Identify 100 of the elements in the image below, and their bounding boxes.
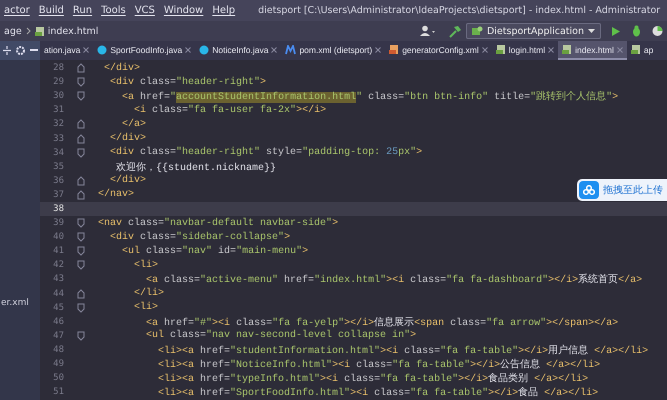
close-icon[interactable] [616, 46, 623, 52]
line-number: 33 [52, 134, 64, 144]
line-number: 32 [52, 119, 64, 130]
code-line: <a href="accountStudentInformation.html" class="btn btn-info" title="跳转到个人信息"> [121, 90, 618, 104]
fold-end-marker-icon[interactable] [77, 176, 85, 186]
fold-marker-icon[interactable] [77, 77, 85, 88]
code-line: 欢迎你，{{student.nickname}} [115, 160, 276, 174]
line-number: 45 [52, 302, 64, 313]
fold-marker-icon[interactable] [77, 232, 85, 242]
close-icon[interactable] [375, 46, 382, 52]
run-icon[interactable] [611, 26, 621, 36]
circle-file-icon [199, 44, 210, 54]
fold-marker-icon[interactable] [77, 148, 85, 158]
coverage-icon[interactable] [652, 25, 663, 37]
close-icon[interactable] [83, 46, 90, 52]
close-icon[interactable] [548, 46, 554, 52]
code-line: <li> [133, 302, 158, 314]
fold-marker-icon[interactable] [77, 91, 85, 102]
editor-tab[interactable]: login.html [492, 41, 558, 60]
line-number: 38 [52, 204, 64, 214]
line-number: 39 [52, 218, 64, 228]
code-line: <ul class="nav nav-second-level collapse in"> [145, 330, 416, 342]
run-configuration-dropdown[interactable]: DietsportApplication [466, 23, 601, 39]
code-line: <a class="active-menu" href="index.html"><i class="fa fa-dashboard"></i>系统首页</a> [145, 272, 642, 286]
menu-item[interactable]: VCS [134, 5, 155, 16]
line-number: 49 [52, 359, 64, 370]
line-number: 51 [52, 387, 64, 398]
breadcrumb-item[interactable]: age [4, 26, 22, 36]
code-line: </nav> [98, 189, 134, 200]
code-line: <ul class="nav" id="main-menu"> [121, 246, 308, 257]
menu-item[interactable]: Run [72, 5, 92, 16]
line-number: 50 [52, 373, 64, 384]
editor-tab[interactable]: pom.xml (dietsport) [281, 41, 386, 60]
tree-item[interactable]: er.xml [0, 298, 40, 308]
close-icon[interactable] [185, 46, 192, 52]
fold-end-marker-icon[interactable] [77, 63, 85, 74]
fold-marker-icon[interactable] [77, 302, 85, 313]
menu-item[interactable]: Tools [101, 5, 126, 16]
minimize-icon[interactable] [30, 49, 38, 52]
line-number: 42 [52, 260, 64, 270]
line-number: 41 [52, 246, 64, 256]
editor-tab[interactable]: ap [626, 41, 658, 60]
code-line: <div class="header-right"> [109, 76, 266, 88]
close-icon[interactable] [482, 46, 488, 52]
collapse-icon[interactable] [2, 46, 10, 55]
xml-file-icon [389, 44, 400, 55]
close-icon[interactable] [271, 46, 278, 52]
m-file-icon [285, 44, 296, 54]
line-number: 43 [52, 274, 64, 284]
menu-item[interactable]: Help [212, 5, 236, 16]
code-line: </a> [121, 118, 146, 130]
upload-popup[interactable]: 拖拽至此上传 [577, 179, 667, 201]
menu-item[interactable]: Window [164, 5, 204, 16]
circle-file-icon [97, 44, 108, 54]
fold-marker-icon[interactable] [77, 260, 85, 270]
hammer-icon[interactable] [448, 24, 462, 38]
code-line: </div> [103, 62, 140, 74]
dropdown-caret-icon [588, 28, 595, 34]
html-file-icon [496, 44, 506, 55]
fold-marker-icon[interactable] [77, 218, 85, 228]
breadcrumb-item[interactable]: index.html [34, 26, 98, 36]
line-number: 40 [52, 232, 64, 242]
menu-item[interactable]: actor [4, 5, 30, 16]
settings-icon[interactable] [16, 46, 24, 55]
html-file-icon [562, 44, 572, 55]
editor-tab[interactable]: ation.java [40, 41, 94, 60]
line-number: 47 [52, 330, 64, 341]
editor-tab[interactable]: index.html [558, 41, 627, 60]
code-line: </div> [109, 175, 146, 186]
code-line: <a href="#"><i class="fa fa-yelp"></i>信息展示<span class="fa arrow"></span></a> [145, 316, 618, 329]
fold-marker-icon[interactable] [77, 246, 85, 256]
html-file-icon [34, 26, 45, 36]
menu-item[interactable]: Build [38, 5, 64, 16]
code-line: <li><a href="typeInfo.html"><i class="fa fa-table"></i>食品类别 </a></li> [157, 372, 588, 386]
line-number: 31 [52, 105, 64, 116]
bug-icon[interactable] [631, 25, 642, 37]
code-line: <li><a href="studentInformation.html"><i class="fa fa-table"></i>用户信息 </a></li> [157, 344, 648, 357]
editor-tab[interactable]: SportFoodInfo.java [93, 41, 196, 60]
code-line: <li><a href="SportFoodInfo.html"><i class="fa fa-table"></i>食品 </a></li> [157, 386, 598, 400]
line-number: 35 [52, 162, 64, 172]
line-number: 28 [52, 63, 64, 74]
code-line: <li> [133, 260, 158, 271]
line-number: 36 [52, 176, 64, 186]
fold-end-marker-icon[interactable] [77, 288, 85, 299]
fold-end-marker-icon[interactable] [77, 119, 85, 130]
code-line: <div class="header-right" style="padding-top: 25px"> [109, 147, 422, 158]
fold-end-marker-icon[interactable] [77, 134, 85, 144]
window-title: dietsport [C:\Users\Administrator\IdeaProjects\dietsport] - index.html - Administrator [258, 5, 660, 16]
fold-marker-icon[interactable] [77, 330, 85, 341]
editor-tab[interactable]: NoticeInfo.java [195, 41, 282, 60]
code-line: <li><a href="NoticeInfo.html"><i class="fa fa-table"></i>公告信息 </a></li> [157, 358, 600, 372]
user-icon[interactable] [420, 25, 436, 37]
code-line: </div> [109, 133, 146, 144]
chevron-icon [26, 27, 31, 35]
html-file-icon [630, 44, 641, 55]
line-number: 48 [52, 344, 64, 355]
editor-tab[interactable]: generatorConfig.xml [385, 41, 492, 60]
code-line: <i class="fa fa-user fa-2x"></i> [133, 104, 326, 116]
fold-end-marker-icon[interactable] [77, 190, 85, 200]
app-config-icon [472, 26, 483, 36]
